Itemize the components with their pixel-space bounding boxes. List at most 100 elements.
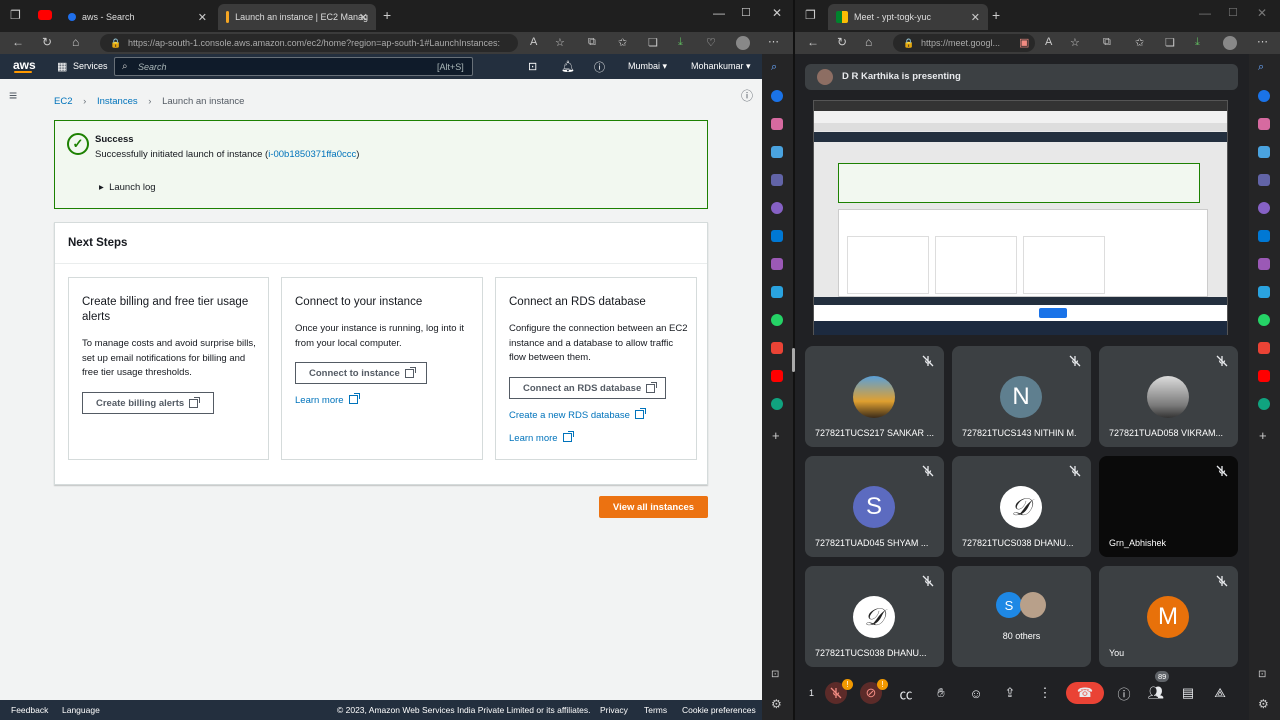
breadcrumb-instances[interactable]: Instances — [97, 96, 138, 107]
aws-logo[interactable]: aws — [13, 58, 36, 72]
home-icon[interactable]: ⌂ — [865, 35, 872, 49]
participant-tile[interactable]: 727821TUAD058 VIKRAM... — [1099, 346, 1238, 447]
search-icon[interactable]: ⌕ — [1258, 61, 1264, 74]
reactions-button[interactable]: ☺ — [965, 682, 987, 704]
extensions-icon[interactable]: ⧉ — [1103, 36, 1111, 49]
games-icon[interactable] — [771, 258, 783, 270]
profile-avatar[interactable] — [736, 36, 750, 50]
collections-icon[interactable]: ❏ — [1165, 36, 1175, 49]
read-aloud-icon[interactable]: A — [530, 36, 537, 48]
learn-more-link[interactable]: Learn more — [509, 431, 574, 444]
tab-meet[interactable]: Meet - ypt-togk-yuc ✕ — [828, 4, 988, 30]
tools-icon[interactable] — [1258, 146, 1270, 158]
participant-tile[interactable]: S 727821TUAD045 SHYAM ... — [805, 456, 944, 557]
read-aloud-icon[interactable]: A — [1045, 36, 1052, 48]
account-menu[interactable]: Mohankumar ▾ — [691, 61, 751, 72]
tab-actions-icon[interactable]: ❐ — [10, 8, 21, 22]
minimize-icon[interactable]: — — [713, 6, 725, 20]
menu-icon[interactable]: ⋯ — [768, 35, 779, 48]
favorite-icon[interactable]: ☆ — [555, 36, 565, 49]
participant-tile-video[interactable]: Grn_Abhishek — [1099, 456, 1238, 557]
youtube-icon[interactable] — [771, 370, 783, 382]
participant-tile[interactable]: 727821TUCS217 SANKAR ... — [805, 346, 944, 447]
participant-tile[interactable]: 𝒟 727821TUCS038 DHANU... — [805, 566, 944, 667]
games-icon[interactable] — [1258, 258, 1270, 270]
profile-avatar[interactable] — [1223, 36, 1237, 50]
learn-more-link[interactable]: Learn more — [295, 393, 360, 406]
raise-hand-button[interactable]: ✋︎ — [930, 682, 952, 704]
collections-icon[interactable]: ❏ — [648, 36, 658, 49]
split-screen-icon[interactable]: ⊡ — [1258, 669, 1266, 680]
add-icon[interactable]: + — [772, 428, 780, 443]
downloads-icon[interactable]: ⤓ — [1195, 36, 1200, 49]
info-icon[interactable]: ⓘ — [741, 87, 753, 104]
instance-id-link[interactable]: i-00b1850371ffa0ccc — [268, 149, 356, 160]
split-screen-icon[interactable]: ⊡ — [771, 669, 779, 680]
close-window-icon[interactable]: ✕ — [772, 6, 782, 20]
maximize-icon[interactable]: ☐ — [1228, 6, 1238, 19]
region-selector[interactable]: Mumbai ▾ — [628, 61, 667, 72]
privacy-link[interactable]: Privacy — [600, 705, 628, 715]
create-billing-alerts-button[interactable]: Create billing alerts — [82, 392, 214, 414]
shopping-icon[interactable] — [771, 118, 783, 130]
captions-button[interactable]: ㏄ — [895, 682, 917, 704]
refresh-icon[interactable]: ↻ — [42, 35, 52, 49]
youtube-icon[interactable] — [1258, 370, 1270, 382]
language-link[interactable]: Language — [62, 705, 100, 715]
back-icon[interactable]: ← — [12, 35, 24, 49]
shared-screen[interactable] — [813, 100, 1228, 335]
teams-icon[interactable] — [1258, 174, 1270, 186]
close-window-icon[interactable]: ✕ — [1257, 6, 1267, 20]
help-icon[interactable]: ⓘ — [594, 59, 605, 75]
services-menu[interactable]: Services — [73, 61, 108, 71]
view-all-instances-button[interactable]: View all instances — [599, 496, 708, 518]
back-icon[interactable]: ← — [807, 35, 819, 49]
browser-essentials-icon[interactable]: ♡ — [706, 36, 716, 49]
close-tab-icon[interactable]: ✕ — [359, 11, 368, 24]
whatsapp-icon[interactable] — [1258, 314, 1270, 326]
services-grid-icon[interactable]: ▦ — [57, 60, 67, 73]
copilot-icon[interactable] — [1258, 202, 1270, 214]
leave-call-button[interactable]: ☎︎ — [1066, 682, 1104, 704]
url-input[interactable]: 🔒 https://meet.googl... — [893, 34, 1035, 52]
copilot-icon[interactable] — [771, 202, 783, 214]
minimize-icon[interactable]: — — [1199, 6, 1211, 20]
add-icon[interactable]: + — [1259, 428, 1267, 443]
meeting-details-button[interactable]: ⓘ — [1113, 682, 1135, 704]
connect-rds-database-button[interactable]: Connect an RDS database — [509, 377, 666, 399]
new-tab-icon[interactable]: + — [992, 7, 1000, 23]
self-tile[interactable]: M You — [1099, 566, 1238, 667]
present-button[interactable]: ⇪ — [999, 682, 1021, 704]
favorite-icon[interactable]: ☆ — [1070, 36, 1080, 49]
people-button[interactable]: 👥︎ — [1145, 682, 1167, 704]
launch-log-toggle[interactable]: ▸ Launch log — [99, 182, 156, 193]
maximize-icon[interactable]: ☐ — [741, 6, 751, 19]
bing-chat-icon[interactable] — [1258, 90, 1270, 102]
new-tab-icon[interactable]: + — [383, 7, 391, 23]
gmail-icon[interactable] — [1258, 342, 1270, 354]
terms-link[interactable]: Terms — [644, 705, 667, 715]
bing-chat-icon[interactable] — [771, 90, 783, 102]
more-options-button[interactable]: ⋮ — [1034, 682, 1056, 704]
extensions-icon[interactable]: ⧉ — [588, 36, 596, 49]
shopping-icon[interactable] — [1258, 118, 1270, 130]
settings-icon[interactable]: ⚙ — [771, 697, 782, 711]
activities-button[interactable]: ⟁ — [1209, 682, 1231, 704]
aws-search-input[interactable]: ⌕ Search [Alt+S] — [114, 57, 473, 76]
telegram-icon[interactable] — [771, 286, 783, 298]
participant-tile[interactable]: 𝒟 727821TUCS038 DHANU... — [952, 456, 1091, 557]
others-tile[interactable]: S 80 others — [952, 566, 1091, 667]
tools-icon[interactable] — [771, 146, 783, 158]
chatgpt-icon[interactable] — [1258, 398, 1270, 410]
tab-launch-instance[interactable]: Launch an instance | EC2 Manag ✕ — [218, 4, 376, 30]
downloads-icon[interactable]: ⤓ — [678, 36, 683, 49]
refresh-icon[interactable]: ↻ — [837, 35, 847, 49]
telegram-icon[interactable] — [1258, 286, 1270, 298]
home-icon[interactable]: ⌂ — [72, 35, 79, 49]
feedback-link[interactable]: Feedback — [11, 705, 48, 715]
youtube-tab-icon[interactable] — [38, 10, 52, 20]
outlook-icon[interactable] — [1258, 230, 1270, 242]
tab-aws-search[interactable]: aws - Search ✕ — [60, 4, 215, 30]
gmail-icon[interactable] — [771, 342, 783, 354]
chat-button[interactable]: ▤ — [1177, 682, 1199, 704]
